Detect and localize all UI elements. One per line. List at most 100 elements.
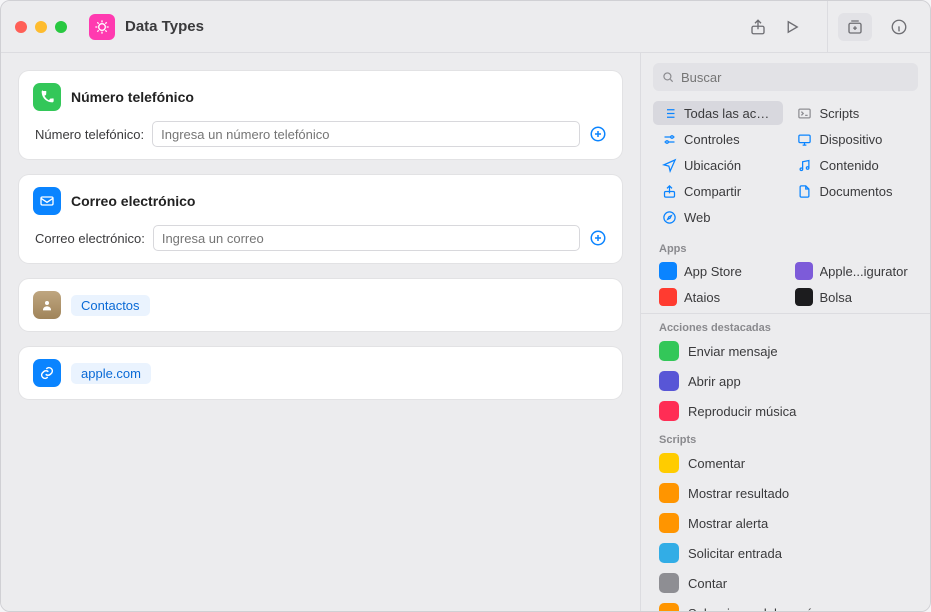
email-action-title: Correo electrónico	[71, 193, 195, 209]
app-icon	[659, 262, 677, 280]
category-label: Web	[684, 210, 711, 225]
action-label: Enviar mensaje	[688, 344, 778, 359]
action-label: Reproducir música	[688, 404, 796, 419]
category-label: Scripts	[820, 106, 860, 121]
category-label: Documentos	[820, 184, 893, 199]
close-window-button[interactable]	[15, 21, 27, 33]
app-label: App Store	[684, 264, 742, 279]
category-label: Ubicación	[684, 158, 741, 173]
window-title: Data Types	[125, 18, 204, 35]
apps-grid: App Store Apple...igurator Ataios Bolsa	[641, 257, 930, 313]
action-list-item[interactable]: Comentar	[641, 448, 930, 478]
action-list-item[interactable]: Seleccionar del menú	[641, 598, 930, 611]
scripts-header: Scripts	[641, 426, 930, 448]
zoom-window-button[interactable]	[55, 21, 67, 33]
share-icon	[661, 183, 677, 199]
app-label: Ataios	[684, 290, 720, 305]
action-label: Comentar	[688, 456, 745, 471]
category-item[interactable]: Contenido	[789, 153, 919, 177]
action-icon	[659, 341, 679, 361]
monitor-icon	[797, 131, 813, 147]
apps-header: Apps	[641, 235, 930, 257]
action-list-item[interactable]: Contar	[641, 568, 930, 598]
action-list-item[interactable]: Mostrar alerta	[641, 508, 930, 538]
run-button[interactable]	[775, 13, 809, 41]
action-list-item[interactable]: Enviar mensaje	[641, 336, 930, 366]
category-label: Dispositivo	[820, 132, 883, 147]
contacts-icon	[33, 291, 61, 319]
shortcut-icon	[89, 14, 115, 40]
library-button[interactable]	[838, 13, 872, 41]
app-icon	[659, 288, 677, 306]
action-icon	[659, 453, 679, 473]
category-item[interactable]: Ubicación	[653, 153, 783, 177]
search-input[interactable]	[681, 70, 910, 85]
actions-list[interactable]: Acciones destacadas Enviar mensaje Abrir …	[641, 313, 930, 611]
action-label: Mostrar alerta	[688, 516, 768, 531]
contacts-action-card[interactable]: Contactos	[19, 279, 622, 331]
phone-field-input[interactable]	[152, 121, 580, 147]
action-label: Seleccionar del menú	[688, 606, 813, 612]
url-action-card[interactable]: apple.com	[19, 347, 622, 399]
share-button[interactable]	[741, 13, 775, 41]
category-item[interactable]: Todas las acci...	[653, 101, 783, 125]
search-icon	[661, 70, 675, 84]
category-grid: Todas las acci... Scripts Controles Disposi…	[641, 101, 930, 235]
body: Número telefónico Número telefónico: Cor…	[1, 53, 930, 611]
app-item[interactable]: App Store	[653, 259, 783, 283]
sliders-icon	[661, 131, 677, 147]
safari-icon	[661, 209, 677, 225]
note-icon	[797, 157, 813, 173]
info-button[interactable]	[882, 13, 916, 41]
traffic-lights	[15, 21, 67, 33]
app-label: Apple...igurator	[820, 264, 908, 279]
app-item[interactable]: Ataios	[653, 285, 783, 309]
featured-header: Acciones destacadas	[641, 314, 930, 336]
action-list-item[interactable]: Abrir app	[641, 366, 930, 396]
action-label: Mostrar resultado	[688, 486, 789, 501]
category-item[interactable]: Scripts	[789, 101, 919, 125]
titlebar: Data Types	[1, 1, 930, 53]
category-item[interactable]: Compartir	[653, 179, 783, 203]
action-icon	[659, 483, 679, 503]
action-list-item[interactable]: Reproducir música	[641, 396, 930, 426]
app-item[interactable]: Bolsa	[789, 285, 919, 309]
action-list-item[interactable]: Solicitar entrada	[641, 538, 930, 568]
email-add-button[interactable]	[588, 228, 608, 248]
app-label: Bolsa	[820, 290, 853, 305]
phone-action-card[interactable]: Número telefónico Número telefónico:	[19, 71, 622, 159]
category-label: Compartir	[684, 184, 741, 199]
app-icon	[795, 262, 813, 280]
link-icon	[33, 359, 61, 387]
app-window: Data Types Número tel	[0, 0, 931, 612]
workflow-editor[interactable]: Número telefónico Número telefónico: Cor…	[1, 53, 640, 611]
minimize-window-button[interactable]	[35, 21, 47, 33]
app-icon	[795, 288, 813, 306]
category-label: Controles	[684, 132, 740, 147]
category-item[interactable]: Controles	[653, 127, 783, 151]
phone-action-title: Número telefónico	[71, 89, 194, 105]
category-item[interactable]: Dispositivo	[789, 127, 919, 151]
mail-icon	[33, 187, 61, 215]
action-label: Solicitar entrada	[688, 546, 782, 561]
action-label: Contar	[688, 576, 727, 591]
phone-icon	[33, 83, 61, 111]
phone-field-label: Número telefónico:	[35, 127, 144, 142]
location-icon	[661, 157, 677, 173]
action-label: Abrir app	[688, 374, 741, 389]
terminal-icon	[797, 105, 813, 121]
app-item[interactable]: Apple...igurator	[789, 259, 919, 283]
phone-add-button[interactable]	[588, 124, 608, 144]
action-icon	[659, 513, 679, 533]
url-token[interactable]: apple.com	[71, 363, 151, 384]
action-icon	[659, 603, 679, 611]
action-library: Todas las acci... Scripts Controles Disposi…	[640, 53, 930, 611]
action-list-item[interactable]: Mostrar resultado	[641, 478, 930, 508]
category-item[interactable]: Web	[653, 205, 783, 229]
email-action-card[interactable]: Correo electrónico Correo electrónico:	[19, 175, 622, 263]
contacts-token[interactable]: Contactos	[71, 295, 150, 316]
category-item[interactable]: Documentos	[789, 179, 919, 203]
category-label: Contenido	[820, 158, 879, 173]
search-field[interactable]	[653, 63, 918, 91]
email-field-input[interactable]	[153, 225, 580, 251]
